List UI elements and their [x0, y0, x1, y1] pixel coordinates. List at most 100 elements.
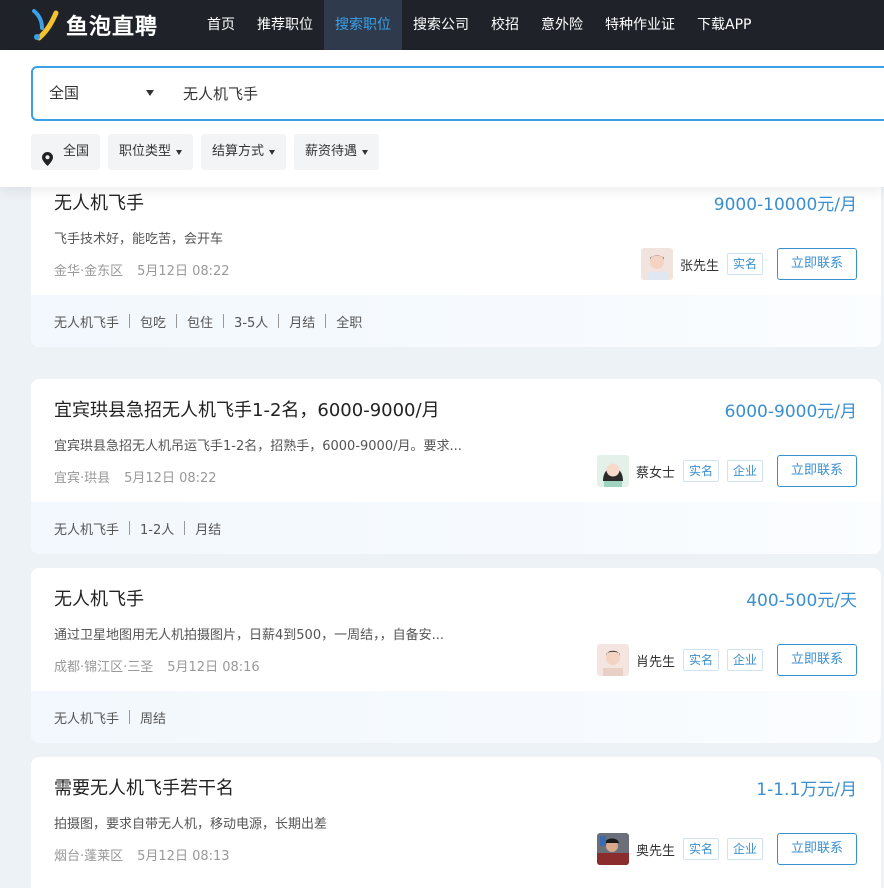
contact-button[interactable]: 立即联系: [777, 833, 857, 865]
tag-divider: [223, 314, 225, 328]
job-title[interactable]: 无人机飞手: [54, 189, 144, 215]
tag-divider: [129, 710, 131, 724]
nav-item-recommended-jobs[interactable]: 推荐职位: [246, 0, 324, 50]
nav-item-search-companies[interactable]: 搜索公司: [402, 0, 480, 50]
photo-avatar-icon: [596, 833, 629, 865]
verified-badge: 实名: [682, 649, 719, 671]
search-box: 全国: [31, 66, 884, 121]
job-meta: 烟台·蓬莱区 5月12日 08:13: [54, 845, 230, 864]
job-description: 飞手技术好，能吃苦，会开车: [54, 232, 224, 247]
job-card[interactable]: 需要无人机飞手若干名 1-1.1万元/月 拍摄图，要求自带无人机，移动电源，长期…: [31, 757, 881, 888]
contact-name: 蔡女士: [635, 465, 675, 481]
top-navigation: 鱼泡直聘 首页 推荐职位 搜索职位 搜索公司 校招 意外险 特种作业证 下载AP…: [0, 0, 884, 50]
job-time: 5月12日 08:22: [124, 471, 217, 486]
contact-name: 张先生: [679, 258, 719, 274]
tag: 无人机飞手: [54, 711, 120, 727]
male-avatar-icon: [640, 248, 673, 280]
filter-location[interactable]: 全国: [31, 134, 101, 170]
enterprise-badge: 企业: [726, 649, 763, 671]
tag: 无人机飞手: [54, 315, 120, 331]
job-title[interactable]: 需要无人机飞手若干名: [54, 774, 234, 800]
job-location: 成都·锦江区·三圣: [54, 660, 154, 675]
tag: 月结: [195, 522, 222, 538]
tag-divider: [129, 314, 131, 328]
job-tags: 无人机飞手 1-2人 月结: [31, 502, 881, 554]
filter-job-type[interactable]: 职位类型: [108, 134, 194, 170]
filter-job-type-label: 职位类型: [119, 144, 172, 159]
tag-divider: [129, 521, 131, 535]
nav-item-insurance[interactable]: 意外险: [530, 0, 594, 50]
filter-settlement[interactable]: 结算方式: [201, 134, 287, 170]
tag-divider: [184, 521, 186, 535]
job-meta: 金华·金东区 5月12日 08:22: [54, 260, 230, 279]
enterprise-badge: 企业: [726, 838, 763, 860]
tag: 1-2人: [140, 522, 175, 538]
job-time: 5月12日 08:16: [167, 660, 260, 675]
job-title[interactable]: 无人机飞手: [54, 585, 144, 611]
job-tags: 无人机飞手 周结: [31, 691, 881, 743]
filter-salary[interactable]: 薪资待遇: [294, 134, 380, 170]
filter-bar: 全国 职位类型 结算方式 薪资待遇: [31, 134, 387, 170]
nav-item-special-certificates[interactable]: 特种作业证: [594, 0, 686, 50]
caret-down-icon[interactable]: [146, 90, 154, 96]
tag: 3-5人: [234, 315, 269, 331]
contact-name: 奥先生: [635, 843, 675, 859]
enterprise-badge: 企业: [726, 460, 763, 482]
job-salary: 9000-10000元/月: [713, 195, 857, 215]
nav-items: 首页 推荐职位 搜索职位 搜索公司 校招 意外险 特种作业证 下载APP: [196, 0, 762, 50]
tag-divider: [278, 314, 280, 328]
nav-item-download-app[interactable]: 下载APP: [686, 0, 762, 50]
job-card[interactable]: 宜宾珙县急招无人机飞手1-2名，6000-9000/月 6000-9000元/月…: [31, 379, 881, 554]
job-description: 通过卫星地图用无人机拍摄图片，日薪4到500，一周结，，自备安...: [54, 628, 444, 643]
caret-down-icon: [176, 149, 183, 155]
contact-button[interactable]: 立即联系: [777, 248, 857, 280]
brand-logo[interactable]: 鱼泡直聘: [30, 8, 196, 42]
caret-down-icon: [362, 149, 369, 155]
job-description: 宜宾珙县急招无人机吊运飞手1-2名，招熟手，6000-9000/月。要求...: [54, 439, 462, 454]
tag-divider: [325, 314, 327, 328]
tag: 月结: [289, 315, 316, 331]
contact-area: 肖先生 实名 企业 立即联系: [596, 644, 857, 676]
tag: 全职: [336, 315, 363, 331]
female-avatar-icon: [596, 455, 629, 487]
job-card[interactable]: 无人机飞手 9000-10000元/月 飞手技术好，能吃苦，会开车 金华·金东区…: [31, 172, 881, 347]
contact-area: 张先生 实名 立即联系: [640, 248, 857, 280]
job-title[interactable]: 宜宾珙县急招无人机飞手1-2名，6000-9000/月: [54, 396, 440, 422]
contact-button[interactable]: 立即联系: [777, 455, 857, 487]
job-meta: 宜宾·珙县 5月12日 08:22: [54, 467, 217, 486]
job-location: 金华·金东区: [54, 264, 124, 279]
job-tags: 无人机飞手 包吃 包住 3-5人 月结 全职: [31, 295, 881, 347]
verified-badge: 实名: [682, 838, 719, 860]
tag-divider: [176, 314, 178, 328]
contact-name: 肖先生: [635, 654, 675, 670]
contact-area: 奥先生 实名 企业 立即联系: [596, 833, 857, 865]
caret-down-icon: [269, 149, 276, 155]
job-location: 烟台·蓬莱区: [54, 849, 124, 864]
filter-location-label: 全国: [63, 144, 90, 159]
brand-name: 鱼泡直聘: [66, 15, 159, 40]
location-pin-icon: [42, 145, 53, 166]
contact-button[interactable]: 立即联系: [777, 644, 857, 676]
male-avatar-icon: [596, 644, 629, 676]
search-area: 全国 全国 职位类型 结算方式 薪资待遇: [0, 50, 884, 187]
nav-item-campus[interactable]: 校招: [480, 0, 530, 50]
job-card[interactable]: 无人机飞手 400-500元/天 通过卫星地图用无人机拍摄图片，日薪4到500，…: [31, 568, 881, 743]
nav-item-home[interactable]: 首页: [196, 0, 246, 50]
search-input[interactable]: [183, 68, 783, 119]
job-salary: 400-500元/天: [746, 591, 857, 611]
nav-item-search-jobs[interactable]: 搜索职位: [324, 0, 402, 50]
region-select[interactable]: 全国: [49, 68, 159, 119]
verified-badge: 实名: [726, 253, 763, 275]
filter-salary-label: 薪资待遇: [305, 144, 358, 159]
job-meta: 成都·锦江区·三圣 5月12日 08:16: [54, 656, 260, 675]
contact-area: 蔡女士 实名 企业 立即联系: [596, 455, 857, 487]
job-time: 5月12日 08:13: [137, 849, 230, 864]
job-salary: 1-1.1万元/月: [756, 780, 857, 800]
tag: 包吃: [140, 315, 167, 331]
tag: 无人机飞手: [54, 522, 120, 538]
job-time: 5月12日 08:22: [137, 264, 230, 279]
tag: 周结: [140, 711, 167, 727]
job-description: 拍摄图，要求自带无人机，移动电源，长期出差: [54, 817, 328, 832]
verified-badge: 实名: [682, 460, 719, 482]
job-salary: 6000-9000元/月: [724, 402, 857, 422]
